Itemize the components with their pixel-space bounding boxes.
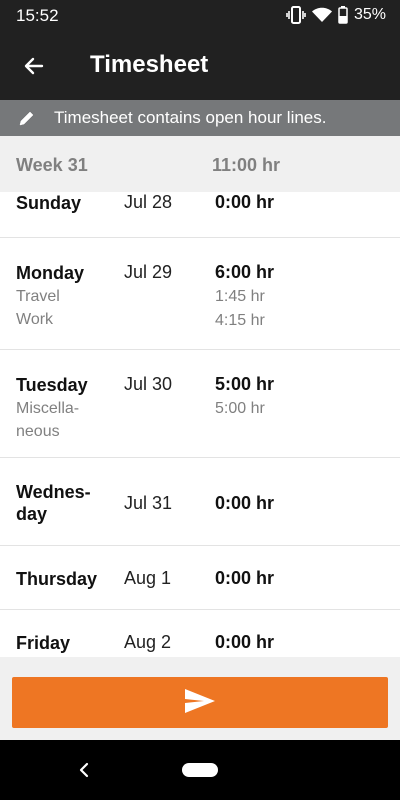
status-bar: 15:52 35% (0, 0, 400, 32)
day-name: Sunday (16, 193, 82, 213)
day-name: Thursday (16, 569, 98, 589)
day-hours: 0:00 hr (215, 632, 275, 652)
day-row-friday[interactable]: Friday Aug 2 0:00 hr (0, 610, 400, 657)
line-hours: 5:00 hr (215, 400, 265, 417)
wifi-icon (311, 7, 332, 23)
day-hours: 0:00 hr (215, 568, 275, 588)
day-row-monday[interactable]: Monday Jul 29 6:00 hr Travel 1:45 hr Wor… (0, 238, 400, 350)
system-nav-bar (0, 740, 400, 800)
day-date: Jul 31 (124, 493, 173, 513)
pencil-icon (18, 109, 36, 127)
day-row-thursday[interactable]: Thursday Aug 1 0:00 hr (0, 546, 400, 610)
line-category: Travel (16, 288, 60, 305)
day-name: Monday (16, 263, 85, 283)
nav-home-pill[interactable] (182, 763, 218, 777)
day-date: Jul 28 (124, 192, 173, 212)
bottom-action-area (0, 657, 400, 740)
day-name: Tuesday (16, 375, 88, 395)
day-hours: 0:00 hr (215, 493, 275, 513)
app-bar: Timesheet (0, 32, 400, 100)
open-lines-banner: Timesheet contains open hour lines. (0, 100, 400, 136)
day-row-tuesday[interactable]: Tuesday Jul 30 5:00 hr Miscella- neous 5… (0, 350, 400, 458)
week-total: 11:00 hr (212, 155, 281, 175)
day-hours: 5:00 hr (215, 374, 275, 394)
week-header: Week 31 11:00 hr (0, 136, 400, 192)
page-title: Timesheet (90, 51, 209, 78)
line-category: Miscella- neous (16, 400, 80, 440)
day-name: Wednes- day (16, 482, 91, 524)
day-list[interactable]: Sunday Jul 28 0:00 hr Monday Jul 29 6:00… (0, 192, 400, 657)
day-hours: 6:00 hr (215, 262, 275, 282)
banner-text: Timesheet contains open hour lines. (54, 108, 327, 127)
line-hours: 4:15 hr (215, 312, 265, 329)
status-time: 15:52 (16, 6, 59, 25)
battery-level: 35% (353, 6, 386, 23)
send-icon (184, 688, 216, 717)
day-name: Friday (16, 633, 71, 653)
vibrate-icon (286, 6, 306, 24)
day-row-wednesday[interactable]: Wednes- day Jul 31 0:00 hr (0, 458, 400, 546)
nav-back-icon[interactable] (74, 758, 94, 782)
day-hours: 0:00 hr (215, 192, 275, 212)
week-label: Week 31 (16, 155, 88, 175)
day-date: Jul 30 (124, 374, 173, 394)
day-date: Aug 2 (124, 632, 172, 652)
battery-icon (338, 6, 348, 24)
arrow-left-icon[interactable] (18, 50, 50, 82)
line-hours: 1:45 hr (215, 288, 265, 305)
submit-timesheet-button[interactable] (12, 677, 388, 728)
status-icons: 35% (286, 6, 386, 24)
line-category: Work (16, 311, 54, 328)
day-date: Jul 29 (124, 262, 173, 282)
day-date: Aug 1 (124, 568, 172, 588)
day-row-sunday[interactable]: Sunday Jul 28 0:00 hr (0, 192, 400, 238)
